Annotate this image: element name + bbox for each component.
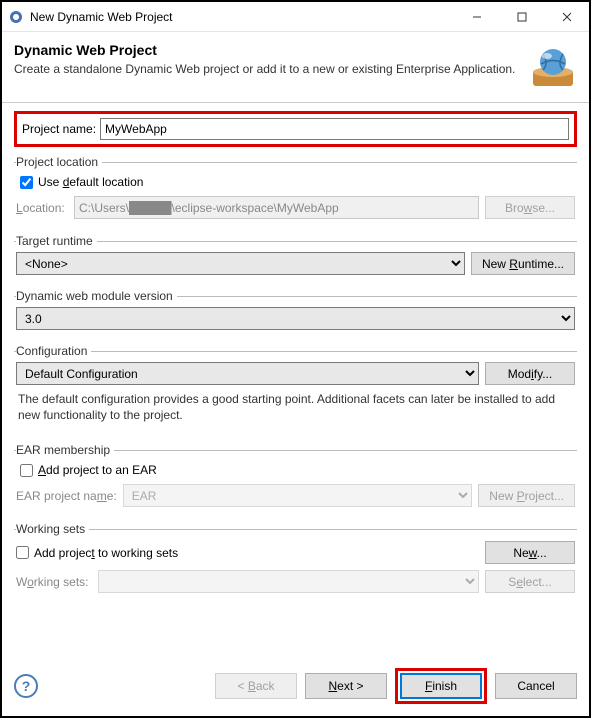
configuration-legend: Configuration bbox=[16, 344, 91, 358]
location-label: Location: bbox=[16, 201, 68, 215]
working-sets-label: Working sets: bbox=[16, 575, 92, 589]
use-default-location-label: Use default location bbox=[38, 175, 143, 189]
titlebar: New Dynamic Web Project bbox=[2, 2, 589, 32]
close-button[interactable] bbox=[544, 2, 589, 31]
configuration-select[interactable]: Default Configuration bbox=[16, 362, 479, 385]
target-runtime-group: Target runtime <None> New Runtime... bbox=[14, 234, 577, 283]
module-version-group: Dynamic web module version 3.0 bbox=[14, 289, 577, 338]
select-working-sets-button: Select... bbox=[485, 570, 575, 593]
project-name-input[interactable] bbox=[100, 118, 569, 140]
ear-membership-group: EAR membership Add project to an EAR EAR… bbox=[14, 443, 577, 516]
add-to-ear-checkbox[interactable] bbox=[20, 464, 33, 477]
page-title: Dynamic Web Project bbox=[14, 42, 519, 58]
project-location-group: Project location Use default location Lo… bbox=[14, 155, 577, 228]
working-sets-legend: Working sets bbox=[16, 522, 89, 536]
new-runtime-button[interactable]: New Runtime... bbox=[471, 252, 575, 275]
configuration-description: The default configuration provides a goo… bbox=[16, 385, 575, 429]
add-to-working-sets-checkbox[interactable] bbox=[16, 546, 29, 559]
browse-button: Browse... bbox=[485, 196, 575, 219]
working-sets-group: Working sets Add project to working sets… bbox=[14, 522, 577, 602]
add-to-ear-label: Add project to an EAR bbox=[38, 463, 157, 477]
modify-button[interactable]: Modify... bbox=[485, 362, 575, 385]
help-icon[interactable]: ? bbox=[14, 674, 38, 698]
maximize-button[interactable] bbox=[499, 2, 544, 31]
working-sets-select bbox=[98, 570, 479, 593]
new-working-set-button[interactable]: New... bbox=[485, 541, 575, 564]
finish-highlight: Finish bbox=[395, 668, 487, 704]
window-title: New Dynamic Web Project bbox=[30, 10, 454, 24]
wizard-header: Dynamic Web Project Create a standalone … bbox=[2, 32, 589, 103]
add-to-working-sets-label: Add project to working sets bbox=[34, 546, 178, 560]
module-version-legend: Dynamic web module version bbox=[16, 289, 177, 303]
window-controls bbox=[454, 2, 589, 31]
location-input bbox=[74, 196, 479, 219]
module-version-select[interactable]: 3.0 bbox=[16, 307, 575, 330]
ear-project-label: EAR project name: bbox=[16, 489, 117, 503]
use-default-location-checkbox[interactable] bbox=[20, 176, 33, 189]
next-button[interactable]: Next > bbox=[305, 673, 387, 699]
minimize-button[interactable] bbox=[454, 2, 499, 31]
configuration-group: Configuration Default Configuration Modi… bbox=[14, 344, 577, 437]
app-icon bbox=[8, 9, 24, 25]
page-subtitle: Create a standalone Dynamic Web project … bbox=[14, 62, 519, 76]
target-runtime-legend: Target runtime bbox=[16, 234, 97, 248]
target-runtime-select[interactable]: <None> bbox=[16, 252, 465, 275]
back-button: < Back bbox=[215, 673, 297, 699]
project-location-legend: Project location bbox=[16, 155, 102, 169]
project-name-label: Project name: bbox=[22, 122, 96, 136]
finish-button[interactable]: Finish bbox=[400, 673, 482, 699]
project-name-row: Project name: bbox=[14, 111, 577, 147]
cancel-button[interactable]: Cancel bbox=[495, 673, 577, 699]
wizard-banner-icon bbox=[529, 42, 577, 90]
new-ear-project-button: New Project... bbox=[478, 484, 575, 507]
wizard-footer: ? < Back Next > Finish Cancel bbox=[2, 658, 589, 716]
ear-membership-legend: EAR membership bbox=[16, 443, 114, 457]
ear-project-select: EAR bbox=[123, 484, 473, 507]
